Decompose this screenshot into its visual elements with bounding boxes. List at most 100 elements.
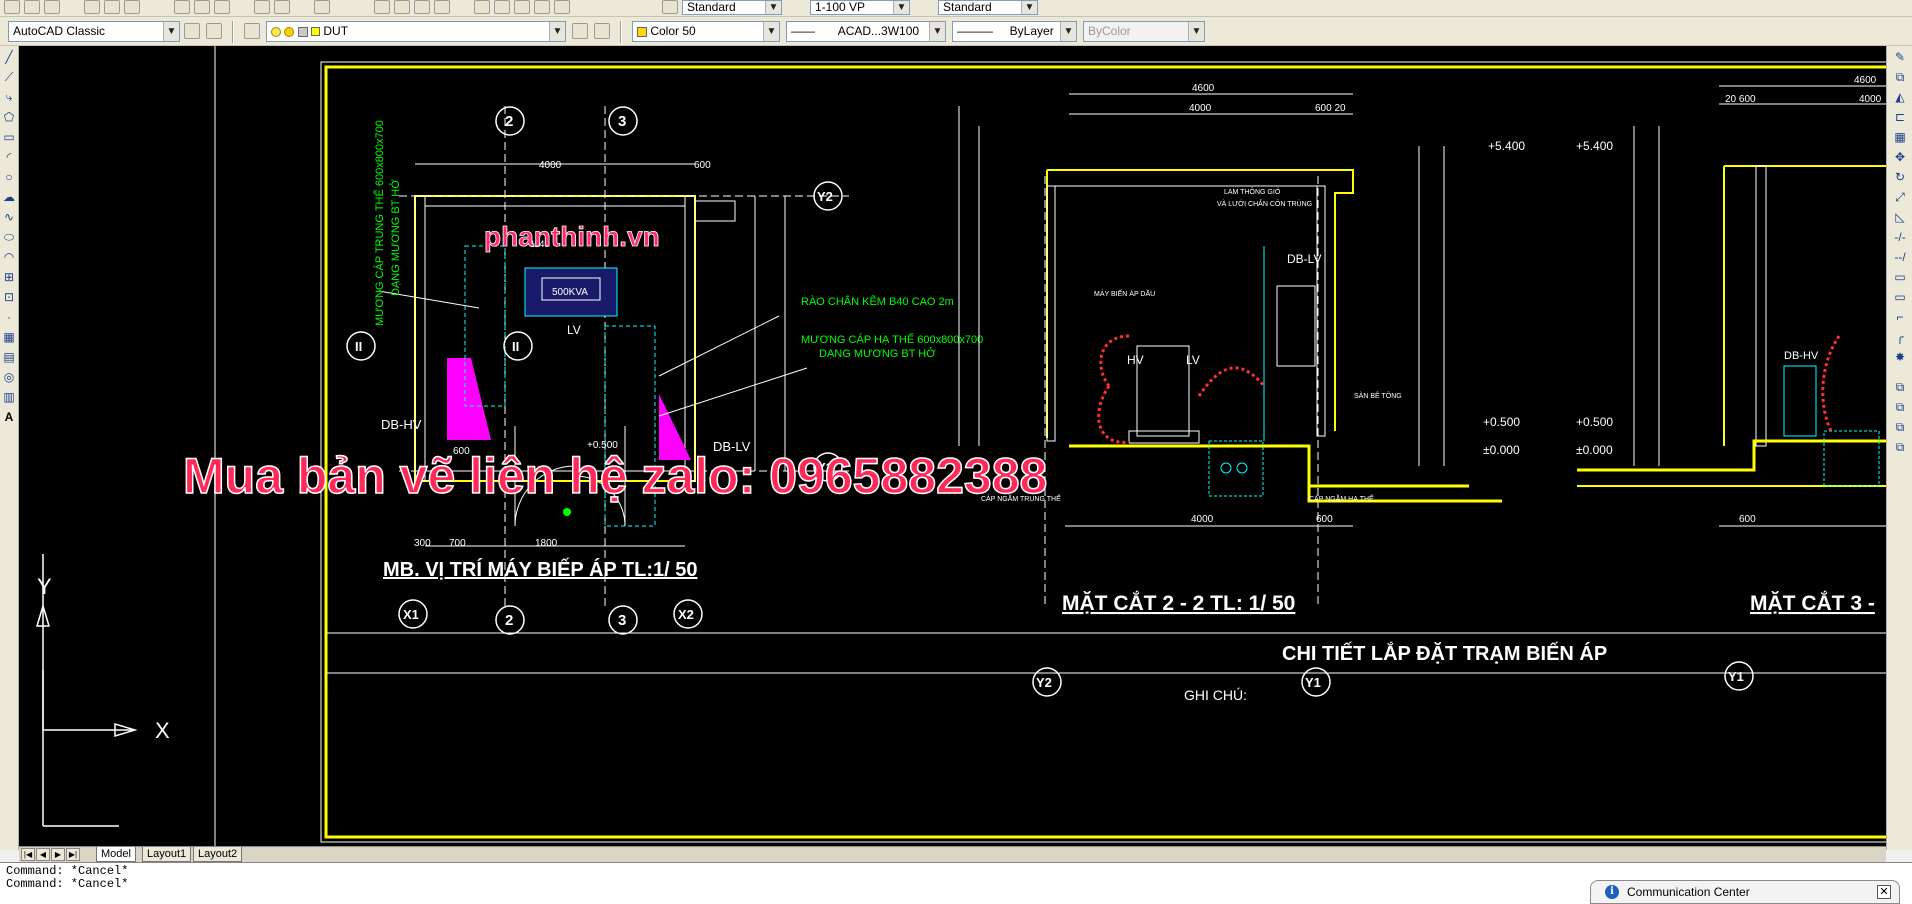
spline-icon[interactable]: ∿ [2,210,16,224]
info-icon: i [1605,885,1619,899]
move-icon[interactable]: ✥ [1893,150,1907,164]
text-style-icon[interactable] [662,0,678,14]
bring-to-front-icon[interactable]: ⧉ [1893,400,1907,414]
dim-style-select[interactable]: 1-100 VP ▼ [810,0,910,15]
zoom-realtime-icon[interactable] [394,0,410,14]
layer-select[interactable]: DUT ▼ [266,21,566,42]
array-icon[interactable]: ▦ [1893,130,1907,144]
offset-icon[interactable]: ⊏ [1893,110,1907,124]
design-center-icon[interactable] [494,0,510,14]
workspace-select[interactable]: AutoCAD Classic ▼ [8,21,180,42]
text-style-select[interactable]: Standard ▼ [682,0,782,15]
arc-icon[interactable]: ◜ [2,150,16,164]
construction-line-icon[interactable]: ⟋ [2,70,16,84]
undo-icon[interactable] [274,0,290,14]
linetype-select[interactable]: —— ACAD...3W100 ▼ [786,21,946,42]
ellipse-arc-icon[interactable]: ◠ [2,250,16,264]
zoom-window-icon[interactable] [414,0,430,14]
workspace-settings-icon[interactable] [184,23,200,39]
copy-icon[interactable] [194,0,210,14]
layers-icon[interactable] [244,23,260,39]
color-select[interactable]: Color 50 ▼ [632,21,780,42]
section-lv-label: LV [1186,353,1200,367]
point-icon[interactable]: · [2,310,16,324]
calculator-icon[interactable] [534,0,550,14]
match-properties-icon[interactable] [254,0,270,14]
tab-layout2[interactable]: Layout2 [193,847,243,862]
rectangle-icon[interactable]: ▭ [2,130,16,144]
rotate-icon[interactable]: ↻ [1893,170,1907,184]
publish-icon[interactable] [124,0,140,14]
tool-palettes-icon[interactable] [514,0,530,14]
properties-icon[interactable] [474,0,490,14]
make-current-layer-icon[interactable] [572,23,588,39]
save-icon[interactable] [44,0,60,14]
circle-tool-icon[interactable]: ○ [2,170,16,184]
copy-object-icon[interactable]: ⧉ [1893,70,1907,84]
join-icon[interactable]: ▭ [1893,290,1907,304]
plotstyle-select: ByColor ▼ [1083,21,1205,42]
polygon-icon[interactable]: ⬠ [2,110,16,124]
draw-order-icon[interactable]: ⧉ [1893,380,1907,394]
open-folder-icon[interactable] [24,0,40,14]
close-icon[interactable]: ✕ [1877,885,1891,899]
chamfer-icon[interactable]: ⌐ [1893,310,1907,324]
new-file-icon[interactable] [4,0,20,14]
print-icon[interactable] [84,0,100,14]
table-style-select[interactable]: Standard ▼ [938,0,1038,15]
trim-icon[interactable]: -/- [1893,230,1907,244]
prev-tab-button[interactable]: ◀ [36,848,50,861]
cut-icon[interactable] [174,0,190,14]
multiline-text-icon[interactable]: A [2,410,16,424]
next-tab-button[interactable]: ▶ [51,848,65,861]
scale-icon[interactable]: ⤢ [1893,190,1907,204]
help-icon[interactable] [554,0,570,14]
polyline-icon[interactable]: ⤷ [2,90,16,104]
workspace-save-icon[interactable] [206,23,222,39]
tab-layout1[interactable]: Layout1 [142,847,192,862]
table-icon[interactable]: ▥ [2,390,16,404]
line-tool-icon[interactable]: ╱ [2,50,16,64]
grid-bubble-x1: X1 [403,607,419,622]
stretch-icon[interactable]: ◺ [1893,210,1907,224]
dim-600-20: 600 20 [1315,103,1346,114]
mv-trench-note-2: DẠNG MƯƠNG BT HỞ [389,179,402,296]
last-tab-button[interactable]: ▶| [66,848,80,861]
transformer-rating-label: 500KVA [552,287,588,298]
hatch-icon[interactable]: ▦ [2,330,16,344]
pan-icon[interactable] [374,0,390,14]
fillet-icon[interactable]: ╭ [1893,330,1907,344]
lv-trench-note-2: DẠNG MƯƠNG BT HỞ [819,347,936,360]
revision-cloud-icon[interactable]: ☁ [2,190,16,204]
plot-preview-icon[interactable] [104,0,120,14]
lightbulb-icon [271,26,281,37]
region-icon[interactable]: ◎ [2,370,16,384]
send-to-back-icon[interactable]: ⧉ [1893,420,1907,434]
gradient-icon[interactable]: ▤ [2,350,16,364]
layer-previous-icon[interactable] [594,23,610,39]
chevron-down-icon: ▼ [549,22,565,41]
ellipse-icon[interactable]: ⬭ [2,230,16,244]
erase-icon[interactable]: ✎ [1893,50,1907,64]
ucs-x-label: X [155,718,170,743]
extend-icon[interactable]: --/ [1893,250,1907,264]
bring-above-icon[interactable]: ⧉ [1893,440,1907,454]
plotstyle-value: ByColor [1088,24,1131,38]
lv-cable-note: CÁP NGẦM HẠ THẾ [1309,493,1374,503]
make-block-icon[interactable]: ⊡ [2,290,16,304]
linetype-sample: —— [791,24,815,38]
communication-center[interactable]: i Communication Center ✕ [1590,880,1900,904]
lineweight-select[interactable]: ——— ByLayer ▼ [952,21,1077,42]
redo-icon[interactable] [314,0,330,14]
transformer-note: MÁY BIẾN ÁP DẦU [1094,288,1155,298]
tab-model[interactable]: Model [96,847,136,862]
paste-icon[interactable] [214,0,230,14]
drawing-canvas[interactable]: 1146 4000 600 600 1800 300 700 500KVA LV… [19,46,1886,846]
mirror-icon[interactable]: ◭ [1893,90,1907,104]
break-icon[interactable]: ▭ [1893,270,1907,284]
first-tab-button[interactable]: |◀ [21,848,35,861]
insert-block-icon[interactable]: ⊞ [2,270,16,284]
zoom-previous-icon[interactable] [434,0,450,14]
level-5400: +5.400 [1488,139,1525,153]
explode-icon[interactable]: ✸ [1893,350,1907,364]
